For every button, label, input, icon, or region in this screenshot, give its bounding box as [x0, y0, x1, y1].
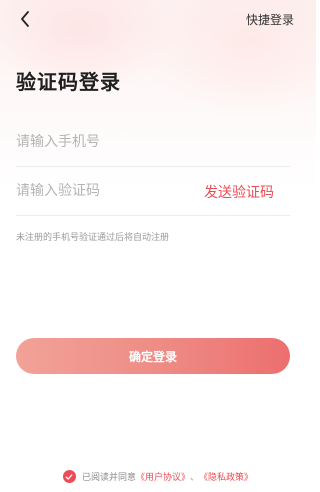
top-bar: 快捷登录 [0, 0, 316, 40]
agreement-separator: 、 [190, 473, 200, 483]
confirm-login-button[interactable]: 确定登录 [16, 338, 290, 374]
quick-login-link[interactable]: 快捷登录 [246, 11, 294, 28]
verification-code-input[interactable] [16, 183, 196, 199]
phone-input[interactable] [16, 134, 196, 150]
back-arrow-icon [21, 11, 29, 27]
agreement-checkbox[interactable] [62, 470, 76, 483]
page-title: 验证码登录 [16, 70, 121, 94]
agreement-prefix: 已阅读并同意 [81, 473, 136, 483]
user-agreement-link[interactable]: 《用户协议》 [136, 470, 190, 483]
back-button[interactable] [14, 8, 36, 30]
check-icon [66, 473, 73, 480]
agreement-row: 已阅读并同意 《用户协议》 、 《隐私政策》 [0, 470, 316, 483]
code-field: 发送验证码 [16, 167, 290, 216]
privacy-policy-link[interactable]: 《隐私政策》 [199, 470, 253, 483]
send-code-button[interactable]: 发送验证码 [204, 182, 274, 202]
auto-register-hint: 未注册的手机号验证通过后将自动注册 [16, 233, 170, 243]
phone-field [16, 118, 290, 167]
